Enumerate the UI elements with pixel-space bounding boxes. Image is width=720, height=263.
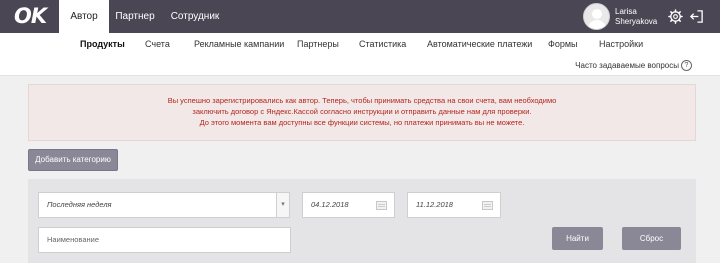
subnav-item-forms[interactable]: Формы: [548, 39, 578, 49]
tab-employee[interactable]: Сотрудник: [161, 0, 229, 33]
subnav-item-auto-payments[interactable]: Автоматические платежи: [427, 39, 532, 49]
find-button[interactable]: Найти: [552, 227, 603, 250]
date-from-field[interactable]: 04.12.2018: [302, 192, 395, 218]
tab-author[interactable]: Автор: [59, 0, 109, 33]
secondary-nav: Продукты Счета Рекламные кампании Партне…: [0, 33, 720, 56]
date-to-field[interactable]: 11.12.2018: [407, 192, 501, 218]
notice-line-3: До этого момента вам доступны все функци…: [199, 118, 525, 127]
notice-line-2: заключить договор с Яндекс.Кассой соглас…: [192, 107, 532, 116]
period-select-value: Последняя неделя: [47, 200, 112, 209]
subnav-item-partners[interactable]: Партнеры: [297, 39, 339, 49]
calendar-icon[interactable]: [376, 201, 387, 210]
chevron-down-icon: ▾: [276, 193, 289, 217]
tab-partner[interactable]: Партнер: [109, 0, 161, 33]
period-select[interactable]: Последняя неделя ▾: [38, 192, 290, 218]
faq-link[interactable]: Часто задаваемые вопросы: [575, 61, 679, 70]
avatar-head: [592, 9, 602, 19]
logout-icon[interactable]: [689, 9, 704, 24]
user-name[interactable]: Larisa Sheryakova: [615, 7, 671, 27]
app-logo[interactable]: OK: [14, 4, 47, 28]
user-first-name: Larisa: [615, 7, 637, 16]
reset-button[interactable]: Сброс: [622, 227, 681, 250]
add-category-button[interactable]: Добавить категорию: [28, 149, 118, 171]
name-search-placeholder: Наименование: [47, 235, 99, 244]
subnav-item-settings[interactable]: Настройки: [599, 39, 643, 49]
top-bar: OK Автор Партнер Сотрудник Larisa Sherya…: [0, 0, 720, 33]
subnav-item-accounts[interactable]: Счета: [145, 39, 170, 49]
subnav-item-statistics[interactable]: Статистика: [359, 39, 406, 49]
date-from-value: 04.12.2018: [311, 200, 349, 209]
registration-notice: Вы успешно зарегистрировались как автор.…: [28, 84, 696, 141]
avatar-body: [588, 20, 606, 29]
help-icon[interactable]: ?: [681, 60, 692, 71]
subnav-item-products[interactable]: Продукты: [80, 39, 125, 49]
avatar[interactable]: [583, 3, 610, 30]
subnav-item-campaigns[interactable]: Рекламные кампании: [194, 39, 284, 49]
date-to-value: 11.12.2018: [416, 200, 453, 209]
name-search-input[interactable]: Наименование: [38, 227, 291, 253]
user-last-name: Sheryakova: [615, 17, 658, 26]
calendar-icon[interactable]: [482, 201, 493, 210]
help-row: Часто задаваемые вопросы ?: [0, 56, 720, 76]
gear-icon[interactable]: [668, 9, 683, 24]
notice-line-1: Вы успешно зарегистрировались как автор.…: [167, 96, 557, 105]
